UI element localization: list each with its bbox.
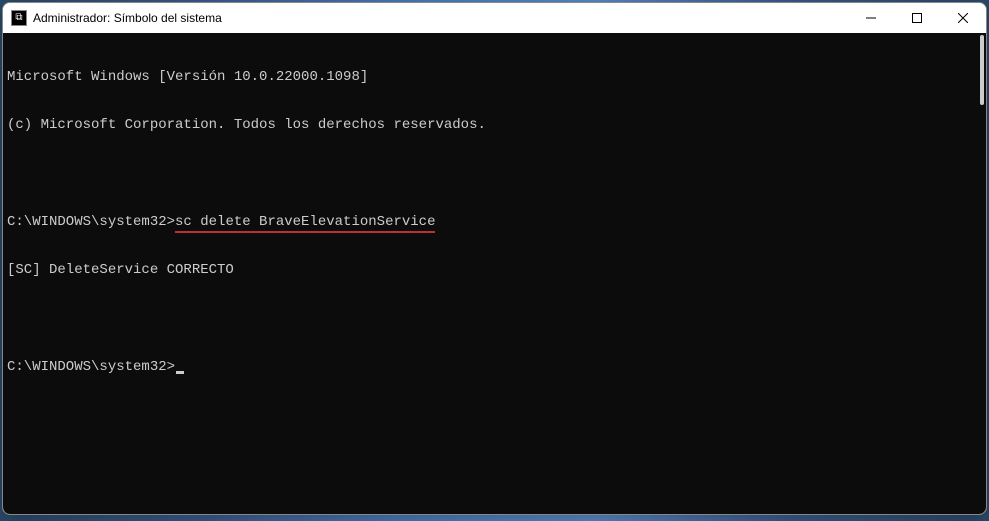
terminal-output-line: [SC] DeleteService CORRECTO: [7, 262, 984, 278]
cmd-icon: ⧉: [11, 10, 27, 26]
titlebar[interactable]: ⧉ Administrador: Símbolo del sistema: [3, 3, 986, 33]
terminal-prompt-line: C:\WINDOWS\system32>: [7, 359, 984, 375]
entered-command: sc delete BraveElevationService: [175, 214, 435, 233]
terminal-output-line: Microsoft Windows [Versión 10.0.22000.10…: [7, 69, 984, 85]
terminal-output-line: (c) Microsoft Corporation. Todos los der…: [7, 117, 984, 133]
prompt-path: C:\WINDOWS\system32>: [7, 214, 175, 230]
close-button[interactable]: [940, 3, 986, 33]
window-controls: [848, 3, 986, 33]
command-prompt-window: ⧉ Administrador: Símbolo del sistema Mic…: [2, 2, 987, 515]
terminal-blank-line: [7, 311, 984, 327]
maximize-icon: [912, 13, 922, 23]
prompt-path: C:\WINDOWS\system32>: [7, 359, 175, 375]
minimize-icon: [866, 13, 876, 23]
terminal-area[interactable]: Microsoft Windows [Versión 10.0.22000.10…: [3, 33, 986, 514]
maximize-button[interactable]: [894, 3, 940, 33]
cmd-icon-text: ⧉: [15, 13, 22, 23]
minimize-button[interactable]: [848, 3, 894, 33]
scrollbar-thumb[interactable]: [980, 35, 984, 105]
text-cursor: [176, 371, 184, 374]
close-icon: [958, 13, 968, 23]
window-title: Administrador: Símbolo del sistema: [33, 11, 848, 25]
terminal-prompt-line: C:\WINDOWS\system32>sc delete BraveEleva…: [7, 214, 984, 230]
terminal-blank-line: [7, 166, 984, 182]
